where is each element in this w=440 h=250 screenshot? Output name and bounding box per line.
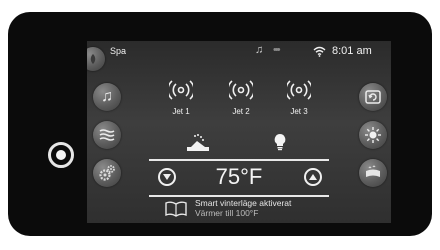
music-note-icon: ♫ [255, 44, 264, 56]
settings-button[interactable] [93, 159, 121, 187]
jet-label: Jet 2 [232, 107, 250, 116]
waves-button[interactable] [93, 121, 121, 149]
sun-light-icon [365, 127, 381, 143]
blower-icon [366, 165, 380, 177]
app-name: Spa [110, 46, 127, 56]
home-screen-button[interactable] [87, 47, 105, 71]
jet-2[interactable]: Jet 2 [221, 79, 261, 116]
temperature-panel: 75°F [149, 159, 329, 197]
jet-icon [285, 80, 313, 100]
jet-icon [227, 80, 255, 100]
chevron-up-icon [309, 174, 317, 180]
light-bulb-icon [274, 134, 286, 151]
blower-button[interactable] [359, 159, 387, 187]
cycle-icon [365, 90, 381, 104]
water-waves-icon [99, 129, 115, 141]
jet-3[interactable]: Jet 3 [279, 79, 319, 116]
gears-icon [99, 165, 115, 181]
spa-icon [90, 54, 96, 64]
music-button[interactable]: ♫ [93, 83, 121, 111]
wifi-icon [313, 46, 326, 57]
info-line-1: Smart vinterläge aktiverat [195, 198, 292, 208]
spa-screen: Spa ♫ ••• 8:01 am ♫ Jet 1 Jet 2 Jet 3 75… [87, 41, 391, 223]
home-button[interactable] [48, 142, 74, 168]
jet-label: Jet 3 [290, 107, 308, 116]
status-bar: Spa ♫ ••• 8:01 am [87, 41, 391, 63]
clock: 8:01 am [332, 45, 372, 57]
temp-up-button[interactable] [304, 168, 322, 186]
status-dots-icon: ••• [273, 44, 280, 56]
jet-icon [167, 80, 195, 100]
light-button[interactable] [359, 121, 387, 149]
book-icon[interactable] [165, 201, 187, 217]
info-message: Smart vinterläge aktiverat Värmer till 1… [195, 198, 291, 218]
jet-1[interactable]: Jet 1 [161, 79, 201, 116]
jet-label: Jet 1 [172, 107, 190, 116]
light-toggle[interactable] [273, 133, 287, 156]
waterfall-icon [187, 134, 209, 151]
cycle-button[interactable] [359, 83, 387, 111]
music-note-icon: ♫ [101, 88, 113, 105]
info-line-2: Värmer till 100°F [195, 208, 259, 218]
temperature-value: 75°F [215, 164, 263, 189]
waterfall-button[interactable] [185, 133, 211, 158]
